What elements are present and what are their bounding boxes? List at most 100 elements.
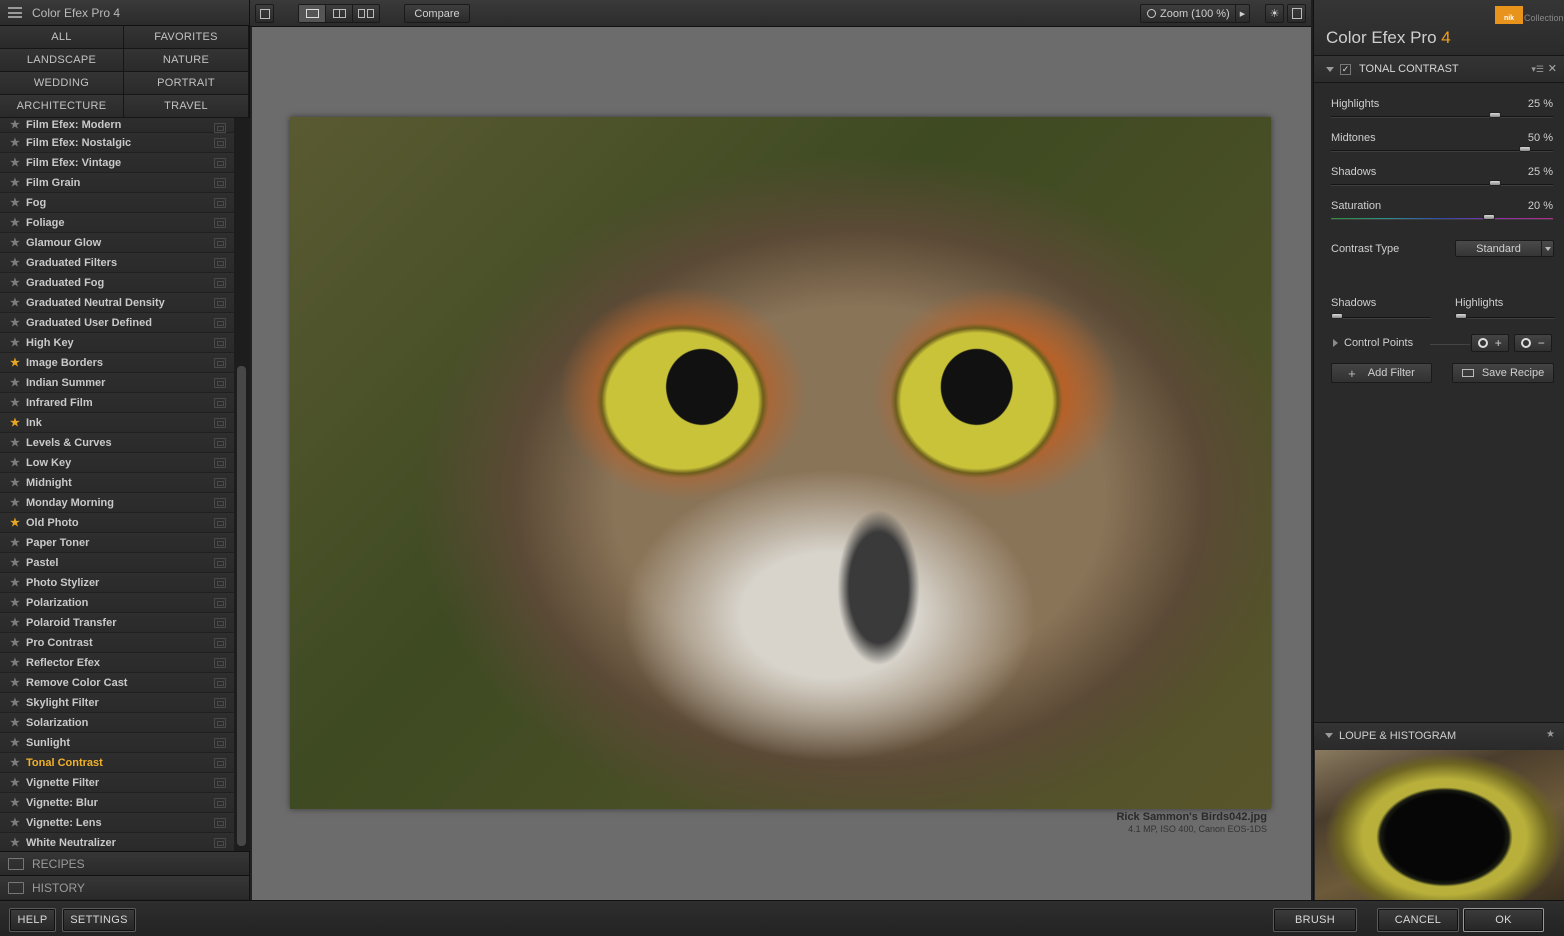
category-architecture[interactable]: ARCHITECTURE xyxy=(0,95,124,118)
favorite-star-icon[interactable]: ★ xyxy=(10,216,22,229)
category-nature[interactable]: NATURE xyxy=(124,49,249,72)
filter-item[interactable]: ★ Indian Summer xyxy=(0,373,234,393)
filter-close-icon[interactable]: ✕ xyxy=(1548,62,1557,75)
compare-button[interactable]: Compare xyxy=(404,4,470,23)
brush-button[interactable]: BRUSH xyxy=(1273,908,1357,932)
duplicate-filter-icon[interactable] xyxy=(214,738,226,748)
duplicate-filter-icon[interactable] xyxy=(214,218,226,228)
favorite-star-icon[interactable]: ★ xyxy=(10,436,22,449)
favorite-star-icon[interactable]: ★ xyxy=(10,276,22,289)
duplicate-filter-icon[interactable] xyxy=(214,838,226,848)
favorite-star-icon[interactable]: ★ xyxy=(10,256,22,269)
save-recipe-button[interactable]: Save Recipe xyxy=(1452,363,1554,383)
filter-item[interactable]: ★ Glamour Glow xyxy=(0,233,234,253)
cancel-button[interactable]: CANCEL xyxy=(1377,908,1459,932)
shadows-slider[interactable]: Shadows 25 % xyxy=(1331,166,1553,196)
filter-item[interactable]: ★ Polarization xyxy=(0,593,234,613)
filter-item[interactable]: ★ Levels & Curves xyxy=(0,433,234,453)
favorite-star-icon[interactable]: ★ xyxy=(10,816,22,829)
contrast-type-select[interactable]: Standard xyxy=(1455,240,1554,257)
protect-highlights-slider[interactable]: Highlights xyxy=(1455,297,1555,323)
category-travel[interactable]: TRAVEL xyxy=(124,95,249,118)
filter-item[interactable]: ★ Vignette Filter xyxy=(0,773,234,793)
duplicate-filter-icon[interactable] xyxy=(214,258,226,268)
filter-item[interactable]: ★ Tonal Contrast xyxy=(0,753,234,773)
slider-track[interactable] xyxy=(1455,317,1555,319)
duplicate-filter-icon[interactable] xyxy=(214,398,226,408)
single-view-button[interactable] xyxy=(299,5,326,22)
favorite-star-icon[interactable]: ★ xyxy=(10,576,22,589)
favorite-star-icon[interactable]: ★ xyxy=(10,136,22,149)
favorite-star-icon[interactable]: ★ xyxy=(10,176,22,189)
favorite-star-icon[interactable]: ★ xyxy=(10,336,22,349)
favorite-star-icon[interactable]: ★ xyxy=(10,476,22,489)
favorite-star-icon[interactable]: ★ xyxy=(10,156,22,169)
favorite-star-icon[interactable]: ★ xyxy=(10,118,22,131)
collapse-triangle-icon[interactable] xyxy=(1326,66,1334,72)
saturation-color-track[interactable] xyxy=(1331,218,1553,220)
favorite-star-icon[interactable]: ★ xyxy=(10,736,22,749)
slider-track[interactable] xyxy=(1331,116,1553,118)
filter-item[interactable]: ★ Vignette: Blur xyxy=(0,793,234,813)
favorite-star-icon[interactable]: ★ xyxy=(10,756,22,769)
filter-item[interactable]: ★ Graduated Fog xyxy=(0,273,234,293)
filter-item[interactable]: ★ Image Borders xyxy=(0,353,234,373)
duplicate-filter-icon[interactable] xyxy=(214,578,226,588)
toggle-panels-button[interactable] xyxy=(255,4,274,23)
duplicate-filter-icon[interactable] xyxy=(214,318,226,328)
favorite-star-icon[interactable]: ★ xyxy=(10,536,22,549)
duplicate-filter-icon[interactable] xyxy=(214,138,226,148)
expand-triangle-icon[interactable] xyxy=(1333,339,1338,347)
filter-item[interactable]: ★ Reflector Efex xyxy=(0,653,234,673)
favorite-star-icon[interactable]: ★ xyxy=(10,776,22,789)
preview-image-owl[interactable] xyxy=(290,117,1271,809)
dropdown-arrow-icon[interactable] xyxy=(1541,241,1553,256)
loupe-view[interactable] xyxy=(1315,750,1564,900)
favorite-star-icon[interactable]: ★ xyxy=(10,636,22,649)
history-section[interactable]: HISTORY xyxy=(0,875,249,899)
add-filter-button[interactable]: + Add Filter xyxy=(1331,363,1432,383)
favorite-star-icon[interactable]: ★ xyxy=(10,236,22,249)
duplicate-filter-icon[interactable] xyxy=(214,358,226,368)
duplicate-filter-icon[interactable] xyxy=(214,778,226,788)
category-favorites[interactable]: FAVORITES xyxy=(124,26,249,49)
category-landscape[interactable]: LANDSCAPE xyxy=(0,49,124,72)
favorite-star-icon[interactable]: ★ xyxy=(10,616,22,629)
favorite-star-icon[interactable]: ★ xyxy=(10,376,22,389)
slider-knob[interactable] xyxy=(1331,313,1343,319)
duplicate-filter-icon[interactable] xyxy=(214,158,226,168)
slider-track[interactable] xyxy=(1331,184,1553,186)
category-all[interactable]: ALL xyxy=(0,26,124,49)
remove-control-point-button[interactable]: − xyxy=(1514,334,1552,352)
slider-knob[interactable] xyxy=(1488,112,1501,118)
duplicate-filter-icon[interactable] xyxy=(214,538,226,548)
duplicate-filter-icon[interactable] xyxy=(214,418,226,428)
filter-item[interactable]: ★ Pro Contrast xyxy=(0,633,234,653)
filter-item[interactable]: ★ Film Efex: Modern xyxy=(0,118,234,133)
favorite-star-icon[interactable]: ★ xyxy=(10,456,22,469)
duplicate-filter-icon[interactable] xyxy=(214,558,226,568)
filter-item[interactable]: ★ Ink xyxy=(0,413,234,433)
duplicate-filter-icon[interactable] xyxy=(214,438,226,448)
favorite-star-icon[interactable]: ★ xyxy=(10,516,22,529)
recipes-section[interactable]: RECIPES xyxy=(0,851,249,875)
highlights-slider[interactable]: Highlights 25 % xyxy=(1331,98,1553,128)
filter-item[interactable]: ★ Skylight Filter xyxy=(0,693,234,713)
filter-item[interactable]: ★ Remove Color Cast xyxy=(0,673,234,693)
category-wedding[interactable]: WEDDING xyxy=(0,72,124,95)
filter-item[interactable]: ★ Monday Morning xyxy=(0,493,234,513)
filter-enable-checkbox[interactable]: ✓ xyxy=(1340,63,1351,75)
filter-list-scrollbar[interactable] xyxy=(234,118,250,851)
favorite-star-icon[interactable]: ★ xyxy=(10,196,22,209)
filter-item[interactable]: ★ Film Grain xyxy=(0,173,234,193)
filter-item[interactable]: ★ Paper Toner xyxy=(0,533,234,553)
menu-icon[interactable] xyxy=(8,7,22,18)
duplicate-filter-icon[interactable] xyxy=(214,638,226,648)
favorite-star-icon[interactable]: ★ xyxy=(10,316,22,329)
background-brightness-button[interactable]: ☀ xyxy=(1265,4,1284,23)
favorite-star-icon[interactable]: ★ xyxy=(10,696,22,709)
category-portrait[interactable]: PORTRAIT xyxy=(124,72,249,95)
zoom-menu-arrow-icon[interactable]: ▶ xyxy=(1235,5,1249,22)
duplicate-filter-icon[interactable] xyxy=(214,678,226,688)
duplicate-filter-icon[interactable] xyxy=(214,698,226,708)
